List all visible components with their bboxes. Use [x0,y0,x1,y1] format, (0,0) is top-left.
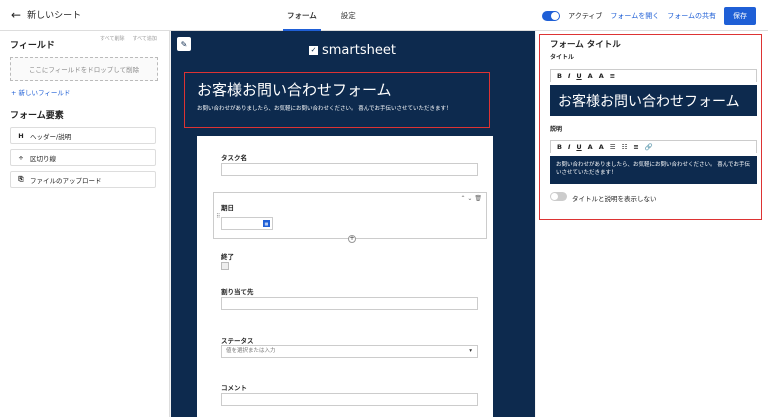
active-toggle[interactable] [542,11,561,21]
title-toolbar: B I U A A ≡ [550,69,757,82]
task-input[interactable] [221,163,478,176]
comment-label: コメント [221,384,247,392]
divider-icon: ÷ [18,153,24,162]
active-label: アクティブ [568,12,603,20]
arrow-left-icon: ← [11,7,22,22]
title-editor[interactable]: お客様お問い合わせフォーム [550,85,757,116]
element-divider[interactable]: ÷ 区切り線 [10,149,156,166]
highlight-icon[interactable]: A [599,72,604,80]
open-form-link[interactable]: フォームを開く [610,11,659,21]
assigned-label: 割り当て先 [221,288,254,296]
due-date-input[interactable]: ▦ [221,217,273,230]
calendar-icon[interactable]: ▦ [263,220,270,227]
back-button[interactable]: ← 新しいシート [11,7,82,22]
status-select[interactable]: 値を選択または入力 ▾ [221,345,478,358]
caret-down-icon: ▾ [469,348,472,354]
element-label: ヘッダー/説明 [30,132,72,141]
due-label: 期日 [221,204,234,212]
paperclip-icon: ⎘ [18,175,24,183]
save-button[interactable]: 保存 [724,7,756,25]
element-file-upload[interactable]: ⎘ ファイルのアップロード [10,171,156,188]
title-properties: フォーム タイトル タイトル B I U A A ≡ お客様お問い合わせフォーム… [539,34,762,220]
comment-input[interactable] [221,393,478,406]
new-field-link[interactable]: + 新しいフィールド [11,87,70,97]
form-card: タスク名 ⌃ ⌄ 🗑 ⠿ 期日 ▦ + 終了 割り当て先 ステータス 値を選択ま… [197,136,493,417]
done-checkbox[interactable] [221,262,229,270]
align-icon[interactable]: ≡ [633,143,638,151]
sheet-name: 新しいシート [27,11,82,21]
title-label: タイトル [550,54,575,61]
properties-panel: フォーム タイトル タイトル B I U A A ≡ お客様お問い合わせフォーム… [536,31,768,417]
delete-all-link[interactable]: すべて削除 [100,36,124,42]
link-icon[interactable]: 🔗 [645,143,653,151]
bold-icon[interactable]: B [557,72,562,80]
number-list-icon[interactable]: ☷ [622,143,628,151]
add-field-icon[interactable]: + [348,235,356,243]
top-bar: ← 新しいシート フォーム 設定 アクティブ フォームを開く フォームの共有 保… [0,0,768,31]
underline-icon[interactable]: U [576,143,581,151]
fields-panel: フィールド すべて削除 すべて追加 ここにフィールドをドロップして削除 + 新し… [0,31,170,417]
properties-title: フォーム タイトル [550,40,621,50]
hide-title-toggle[interactable] [550,192,567,201]
smartsheet-logo-icon: ✓ [309,46,318,55]
share-form-link[interactable]: フォームの共有 [667,11,716,21]
description-toolbar: B I U A A ☰ ☷ ≡ 🔗 [550,140,757,153]
status-label: ステータス [221,337,254,345]
status-placeholder: 値を選択または入力 [226,348,276,354]
highlight-icon[interactable]: A [599,143,604,151]
form-elements-title: フォーム要素 [10,111,64,121]
drag-handle-icon[interactable]: ⠿ [216,213,220,220]
form-description: お問い合わせがありましたら、お気軽にお問い合わせください。 喜んでお手伝いさせて… [197,106,452,112]
text-color-icon[interactable]: A [588,72,593,80]
form-preview: ✎ ✓ smartsheet お客様お問い合わせフォーム お問い合わせがありまし… [171,31,535,417]
top-actions: アクティブ フォームを開く フォームの共有 保存 [542,7,756,25]
form-header[interactable]: お客様お問い合わせフォーム お問い合わせがありましたら、お気軽にお問い合わせくだ… [184,72,490,128]
done-label: 終了 [221,253,234,261]
tab-settings[interactable]: 設定 [337,0,360,31]
logo: ✓ smartsheet [309,43,396,58]
element-header[interactable]: H ヘッダー/説明 [10,127,156,144]
tab-bar: フォーム 設定 [283,0,360,31]
drop-zone[interactable]: ここにフィールドをドロップして削除 [10,57,158,81]
task-label: タスク名 [221,154,247,162]
assigned-input[interactable] [221,297,478,310]
description-label: 説明 [550,126,563,133]
tab-form[interactable]: フォーム [283,0,321,31]
hide-title-label: タイトルと説明を表示しない [572,195,657,203]
due-field-selected[interactable]: ⌃ ⌄ 🗑 ⠿ 期日 ▦ + [213,192,487,243]
italic-icon[interactable]: I [568,143,570,151]
italic-icon[interactable]: I [568,72,570,80]
fields-title: フィールド [10,41,55,51]
eraser-icon[interactable]: ✎ [177,37,191,51]
logo-text: smartsheet [322,43,396,58]
bold-icon[interactable]: B [557,143,562,151]
element-label: 区切り線 [30,154,56,163]
element-label: ファイルのアップロード [30,176,102,185]
underline-icon[interactable]: U [576,72,581,80]
add-all-link[interactable]: すべて追加 [132,36,156,42]
align-icon[interactable]: ≡ [610,72,615,80]
description-editor[interactable]: お問い合わせがありましたら、お気軽にお問い合わせください。 喜んでお手伝いさせて… [550,156,757,184]
bullet-list-icon[interactable]: ☰ [610,143,616,151]
text-color-icon[interactable]: A [588,143,593,151]
form-title: お客様お問い合わせフォーム [197,81,392,99]
header-icon: H [18,131,24,140]
field-tools[interactable]: ⌃ ⌄ 🗑 [461,195,483,202]
